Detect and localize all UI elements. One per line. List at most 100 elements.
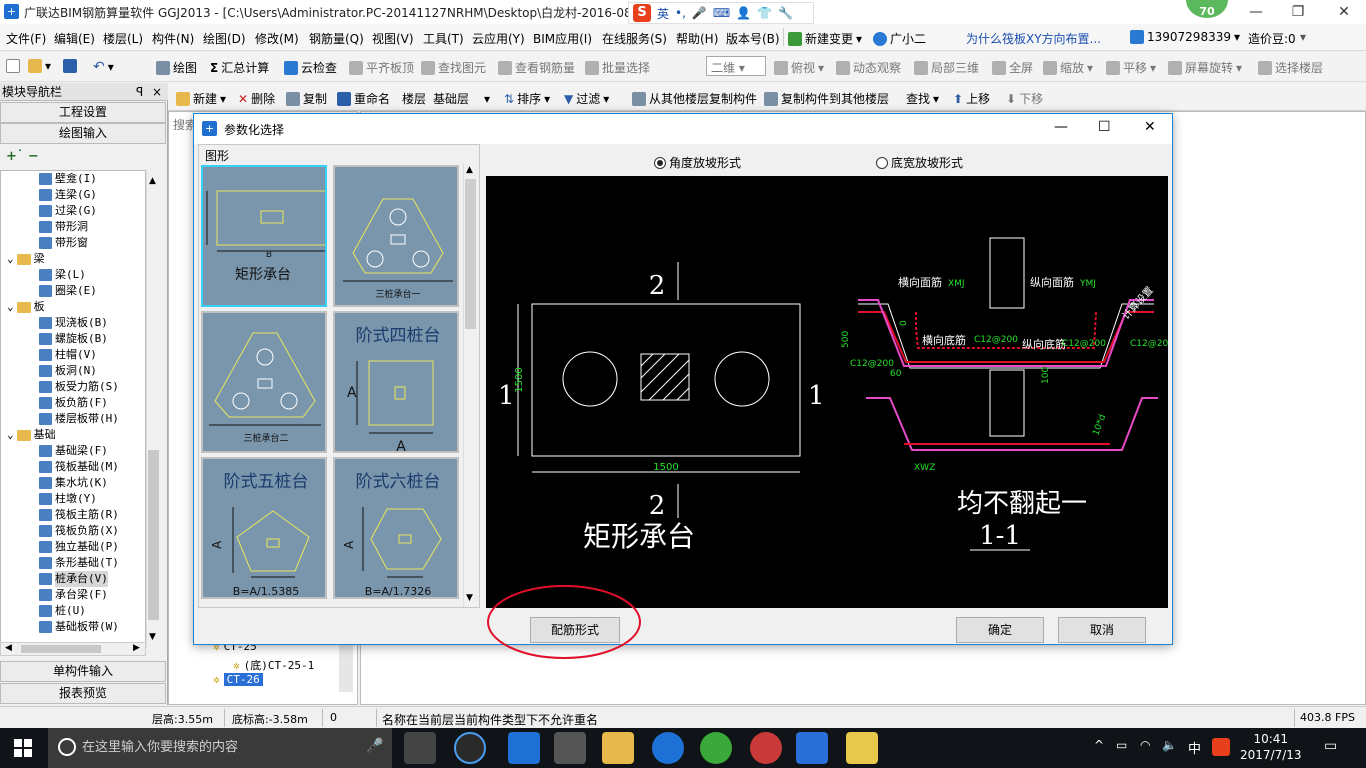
panel-close-icon[interactable]: × (152, 83, 162, 101)
top-view-button[interactable]: 俯视 ▾ (774, 59, 824, 76)
menu-modify[interactable]: 修改(M) (255, 30, 299, 47)
tree-item[interactable]: 桩承台(V) (39, 571, 108, 587)
tray-volume-icon[interactable]: 🔈 (1162, 738, 1177, 752)
find-button[interactable]: 查找 ▾ (906, 90, 939, 107)
fullscreen-button[interactable]: 全屏 (992, 59, 1033, 76)
copy-to-floor-button[interactable]: 复制构件到其他楼层 (764, 90, 889, 107)
action-center-icon[interactable]: ▭ (1324, 738, 1337, 754)
draw-button[interactable]: 绘图 (156, 59, 197, 76)
select-floor-button[interactable]: 选择楼层 (1258, 59, 1323, 76)
tree-folder[interactable]: ⌄ 梁 (7, 251, 45, 267)
tree-item[interactable]: 基础板带(W) (39, 619, 119, 635)
cost-beans[interactable]: 造价豆:0 (1248, 30, 1296, 47)
tree-item[interactable]: 筏板基础(M) (39, 459, 119, 475)
menu-draw[interactable]: 绘图(D) (203, 30, 246, 47)
new-file-icon[interactable] (6, 59, 20, 73)
floor-select[interactable]: 基础层 ▾ (433, 90, 490, 107)
menu-guangxiaoer[interactable]: 广小二 (873, 30, 926, 47)
menu-rebar-qty[interactable]: 钢筋量(Q) (309, 30, 364, 47)
shape-rect-cap[interactable]: B 矩形承台 (201, 165, 327, 307)
ime-toolbar[interactable]: S 英 •, 🎤 ⌨ 👤 👕 🔧 (628, 2, 814, 24)
shape-step-four[interactable]: 阶式四桩台 A A (333, 311, 459, 453)
expand-all-icon[interactable]: +˙ − (6, 149, 39, 164)
dialog-close-button[interactable]: ✕ (1144, 119, 1156, 135)
delete-button[interactable]: ✕ 删除 (238, 90, 275, 107)
batch-select-button[interactable]: 批量选择 (585, 59, 650, 76)
explorer-icon[interactable] (602, 732, 634, 764)
tree-item[interactable]: 独立基础(P) (39, 539, 119, 555)
ggj-app-icon[interactable] (796, 732, 828, 764)
report-preview-button[interactable]: 报表预览 (0, 683, 166, 704)
taskbar-search-input[interactable]: 在这里输入你要搜索的内容 (48, 728, 392, 768)
ime-user-icon[interactable]: 👤 (736, 6, 751, 20)
tree-item[interactable]: 现浇板(B) (39, 315, 108, 331)
tray-ime-indicator[interactable]: 中 (1188, 738, 1201, 757)
pan-button[interactable]: 平移 ▾ (1106, 59, 1156, 76)
tree-item[interactable]: 筏板负筋(X) (39, 523, 119, 539)
tree-item[interactable]: 圈梁(E) (39, 283, 97, 299)
expand-toggle-icon[interactable]: ⌄ (7, 251, 14, 267)
browser360-icon[interactable] (454, 732, 486, 764)
restore-button[interactable]: ❐ (1288, 2, 1308, 22)
shape-three-pile-2[interactable]: 三桩承台二 (201, 311, 327, 453)
tree-item[interactable]: 承台梁(F) (39, 587, 108, 603)
tree-item[interactable]: 板洞(N) (39, 363, 97, 379)
copy-from-floor-button[interactable]: 从其他楼层复制构件 (632, 90, 757, 107)
menu-bim[interactable]: BIM应用(I) (533, 30, 592, 47)
notes-app-icon[interactable] (846, 732, 878, 764)
store-icon[interactable] (554, 732, 586, 764)
project-settings-button[interactable]: 工程设置 (0, 102, 166, 123)
tree-item[interactable]: 基础梁(F) (39, 443, 108, 459)
rename-button[interactable]: 重命名 (337, 90, 390, 107)
undo-icon[interactable]: ↶ ▾ (93, 59, 114, 75)
red-app-icon[interactable] (750, 732, 782, 764)
green-app-icon[interactable] (700, 732, 732, 764)
copy-button[interactable]: 复制 (286, 90, 327, 107)
tree-item[interactable]: 楼层板带(H) (39, 411, 119, 427)
mic-icon[interactable]: 🎤 (366, 738, 383, 754)
view-rebar-button[interactable]: 查看钢筋量 (498, 59, 575, 76)
menu-component[interactable]: 构件(N) (152, 30, 194, 47)
list-item[interactable]: ✲ (底)CT-25-1 (233, 657, 314, 673)
taskview-icon[interactable] (404, 732, 436, 764)
more-icon[interactable]: ▾ (1300, 30, 1306, 44)
tree-item[interactable]: 带形洞 (39, 219, 88, 235)
menu-online[interactable]: 在线服务(S) (602, 30, 667, 47)
tray-network-icon[interactable]: ▭ (1116, 738, 1127, 752)
tree-item[interactable]: 螺旋板(B) (39, 331, 108, 347)
shape-step-six[interactable]: 阶式六桩台 A B=A/1.7326 (333, 457, 459, 599)
account-menu[interactable]: 13907298339 ▾ (1130, 30, 1240, 44)
tree-item[interactable]: 柱帽(V) (39, 347, 97, 363)
minimize-button[interactable]: — (1246, 2, 1266, 22)
tray-sogou-icon[interactable] (1212, 738, 1230, 756)
move-up-button[interactable]: ⬆ 上移 (953, 90, 990, 107)
score-badge[interactable]: 70 (1184, 0, 1230, 20)
menu-version[interactable]: 版本号(B) (726, 30, 780, 47)
summary-button[interactable]: Σ 汇总计算 (210, 59, 269, 76)
shape-step-five[interactable]: 阶式五桩台 A B=A/1.5385 (201, 457, 327, 599)
expand-toggle-icon[interactable]: ⌄ (7, 427, 14, 443)
tree-item[interactable]: 带形窗 (39, 235, 88, 251)
ime-mic-icon[interactable]: 🎤 (692, 6, 707, 20)
tree-folder[interactable]: ⌄ 基础 (7, 427, 56, 443)
news-link[interactable]: 为什么筏板XY方向布置... (966, 30, 1101, 47)
align-top-button[interactable]: 平齐板顶 (349, 59, 414, 76)
pin-icon[interactable]: ꟼ (136, 83, 143, 101)
tree-scrollbar[interactable]: ▲ ▼ (146, 170, 160, 648)
local-3d-button[interactable]: 局部三维 (914, 59, 979, 76)
move-down-button[interactable]: ⬇ 下移 (1006, 90, 1043, 107)
list-item-selected[interactable]: ✲ CT-26 (213, 673, 263, 686)
tree-item[interactable]: 集水坑(K) (39, 475, 108, 491)
expand-toggle-icon[interactable]: ⌄ (7, 299, 14, 315)
ok-button[interactable]: 确定 (956, 617, 1044, 643)
find-elem-button[interactable]: 查找图元 (421, 59, 486, 76)
tree-item[interactable]: 梁(L) (39, 267, 86, 283)
single-input-button[interactable]: 单构件输入 (0, 661, 166, 682)
menu-floor[interactable]: 楼层(L) (103, 30, 143, 47)
ime-shirt-icon[interactable]: 👕 (757, 6, 772, 20)
tree-item[interactable]: 桩(U) (39, 603, 86, 619)
tree-item[interactable]: 条形基础(T) (39, 555, 119, 571)
ime-english-toggle[interactable]: 英 (657, 5, 669, 22)
tree-hscrollbar[interactable]: ◀ ▶ (0, 642, 146, 656)
menu-new-change[interactable]: 新建变更 ▾ (788, 30, 862, 47)
